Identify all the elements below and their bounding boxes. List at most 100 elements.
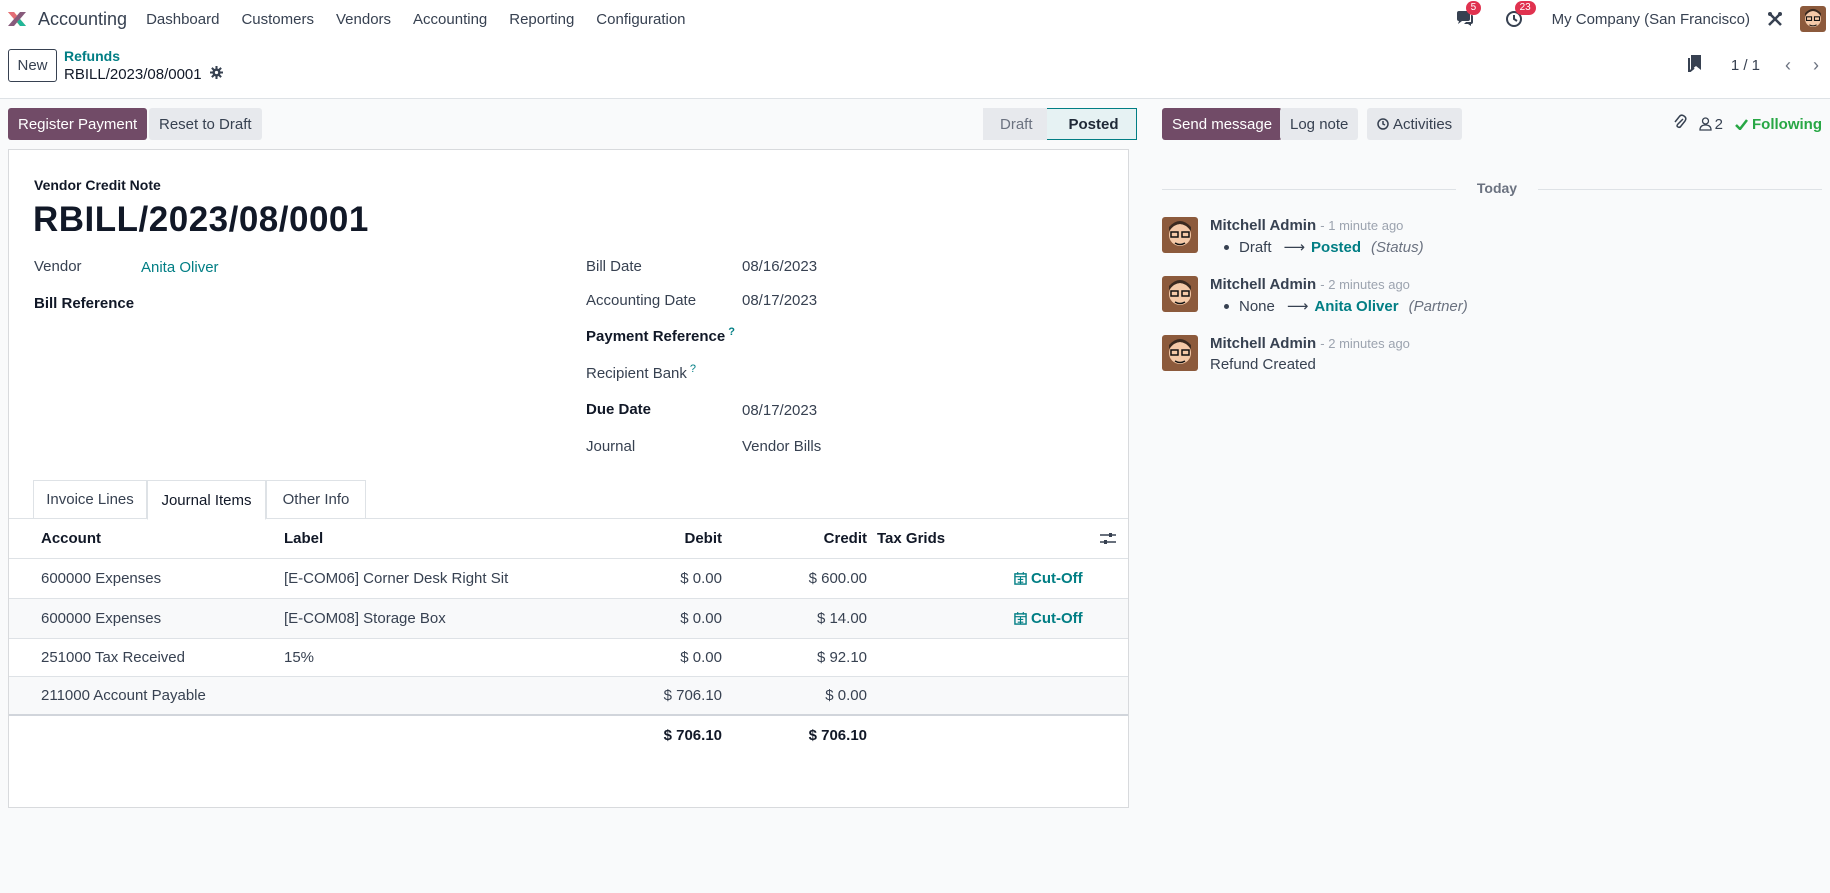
message-author: Mitchell Admin - 2 minutes ago [1210,276,1410,293]
table-row[interactable]: 600000 Expenses [E-COM08] Storage Box $ … [9,599,1128,639]
activities-button[interactable]: Activities [1367,108,1463,140]
recipient-bank-label: Recipient Bank? [586,363,697,382]
new-value[interactable]: Anita Oliver [1314,298,1398,315]
paperclip-icon[interactable] [1673,114,1687,134]
accounting-app-icon[interactable] [6,8,28,30]
column-account[interactable]: Account [41,530,101,547]
check-icon [1735,118,1749,130]
total-credit: $ 706.10 [808,727,867,744]
column-label[interactable]: Label [284,530,323,547]
row-debit: $ 0.00 [680,649,722,666]
cut-off-button[interactable]: Cut-Off [1014,570,1083,587]
row-account: 600000 Expenses [41,570,162,587]
pager-value[interactable]: 1 / 1 [1731,57,1760,74]
message-text: Refund Created [1210,356,1316,373]
old-value: None [1239,297,1275,315]
accounting-date-label: Accounting Date [586,292,697,309]
menu-configuration[interactable]: Configuration [585,11,696,28]
menu-dashboard[interactable]: Dashboard [135,11,230,28]
bill-reference-label: Bill Reference [34,295,135,312]
optional-columns-icon[interactable] [1100,531,1116,551]
author-avatar[interactable] [1162,276,1198,312]
status-draft[interactable]: Draft [983,108,1047,140]
notebook-tabs: Invoice Lines Journal Items Other Info [9,480,1128,520]
menu-vendors[interactable]: Vendors [325,11,402,28]
date-separator-label: Today [1476,180,1518,196]
document-title: RBILL/2023/08/0001 [33,200,369,239]
accounting-date-field[interactable]: 08/17/2023 [742,292,817,309]
tracking-value: Draft ⟶ Posted (Status) [1210,238,1424,256]
tab-invoice-lines[interactable]: Invoice Lines [33,480,147,519]
vendor-label: Vendor [34,258,82,275]
message-date: - 1 minute ago [1320,218,1404,233]
author-avatar[interactable] [1162,217,1198,253]
clock-icon [1377,118,1389,130]
activities-badge: 23 [1514,1,1536,15]
row-debit: $ 0.00 [680,570,722,587]
company-switcher[interactable]: My Company (San Francisco) [1552,11,1750,28]
row-label: [E-COM06] Corner Desk Right Sit [284,570,509,587]
app-name[interactable]: Accounting [38,9,127,30]
message-date: - 2 minutes ago [1320,277,1410,292]
table-row[interactable]: 600000 Expenses [E-COM06] Corner Desk Ri… [9,559,1128,599]
column-credit[interactable]: Credit [824,530,867,547]
row-label: [E-COM08] Storage Box [284,610,446,627]
status-bar: Draft Posted [983,108,1137,140]
debug-tools-icon[interactable] [1764,8,1786,30]
row-credit: $ 600.00 [808,570,867,587]
chatter-message: Mitchell Admin - 1 minute ago Draft ⟶ Po… [1162,217,1822,259]
column-tax-grids[interactable]: Tax Grids [877,530,945,547]
send-message-button[interactable]: Send message [1162,108,1283,140]
table-row[interactable]: 211000 Account Payable $ 706.10 $ 0.00 [9,677,1128,716]
message-author: Mitchell Admin - 2 minutes ago [1210,335,1410,352]
register-payment-button[interactable]: Register Payment [8,108,148,140]
help-icon[interactable]: ? [690,363,696,375]
old-value: Draft [1239,238,1272,256]
activities-clock-icon[interactable]: 23 [1503,1,1536,30]
new-button[interactable]: New [8,49,57,82]
control-panel: New Refunds RBILL/2023/08/0001 1 / 1 ‹ › [0,38,1830,99]
followers-button[interactable]: 2 [1699,116,1723,133]
table-row[interactable]: 251000 Tax Received 15% $ 0.00 $ 92.10 [9,639,1128,677]
user-avatar[interactable] [1800,6,1826,32]
menu-reporting[interactable]: Reporting [498,11,585,28]
chatter-message: Mitchell Admin - 2 minutes ago None ⟶ An… [1162,276,1822,318]
status-posted[interactable]: Posted [1046,108,1137,140]
row-label: 15% [284,649,315,666]
column-debit[interactable]: Debit [685,530,723,547]
row-credit: $ 14.00 [816,610,867,627]
field-name: (Status) [1371,238,1424,256]
row-credit: $ 0.00 [825,687,867,704]
row-account: 211000 Account Payable [41,687,206,704]
breadcrumb-refunds[interactable]: Refunds [64,48,120,64]
tab-other-info[interactable]: Other Info [266,480,366,519]
tracking-value: None ⟶ Anita Oliver (Partner) [1210,297,1468,315]
following-button[interactable]: Following [1735,116,1822,133]
bookmark-icon[interactable] [1687,54,1703,76]
chatter-message: Mitchell Admin - 2 minutes ago Refund Cr… [1162,335,1822,377]
journal-items-header: Account Label Debit Credit Tax Grids [9,519,1128,559]
tab-journal-items[interactable]: Journal Items [147,480,266,520]
journal-label: Journal [586,438,636,455]
bill-date-field[interactable]: 08/16/2023 [742,258,817,275]
menu-accounting[interactable]: Accounting [402,11,498,28]
vendor-field[interactable]: Anita Oliver [141,259,219,276]
arrow-right-icon: ⟶ [1286,298,1309,315]
log-note-button[interactable]: Log note [1280,108,1359,140]
form-sheet: Vendor Credit Note RBILL/2023/08/0001 Ve… [8,149,1129,808]
help-icon[interactable]: ? [728,326,735,338]
messages-icon[interactable]: 5 [1454,1,1482,30]
due-date-field[interactable]: 08/17/2023 [742,402,817,419]
row-account: 251000 Tax Received [41,649,185,666]
menu-customers[interactable]: Customers [230,11,325,28]
messages-badge: 5 [1465,1,1482,15]
pager-previous-icon[interactable]: ‹ [1774,51,1802,79]
author-avatar[interactable] [1162,335,1198,371]
gear-icon[interactable] [209,66,223,83]
reset-to-draft-button[interactable]: Reset to Draft [149,108,262,140]
cut-off-button[interactable]: Cut-Off [1014,610,1083,627]
journal-field[interactable]: Vendor Bills [742,438,821,455]
top-navbar: Accounting Dashboard Customers Vendors A… [0,0,1830,38]
total-debit: $ 706.10 [663,727,722,744]
pager-next-icon[interactable]: › [1802,51,1830,79]
